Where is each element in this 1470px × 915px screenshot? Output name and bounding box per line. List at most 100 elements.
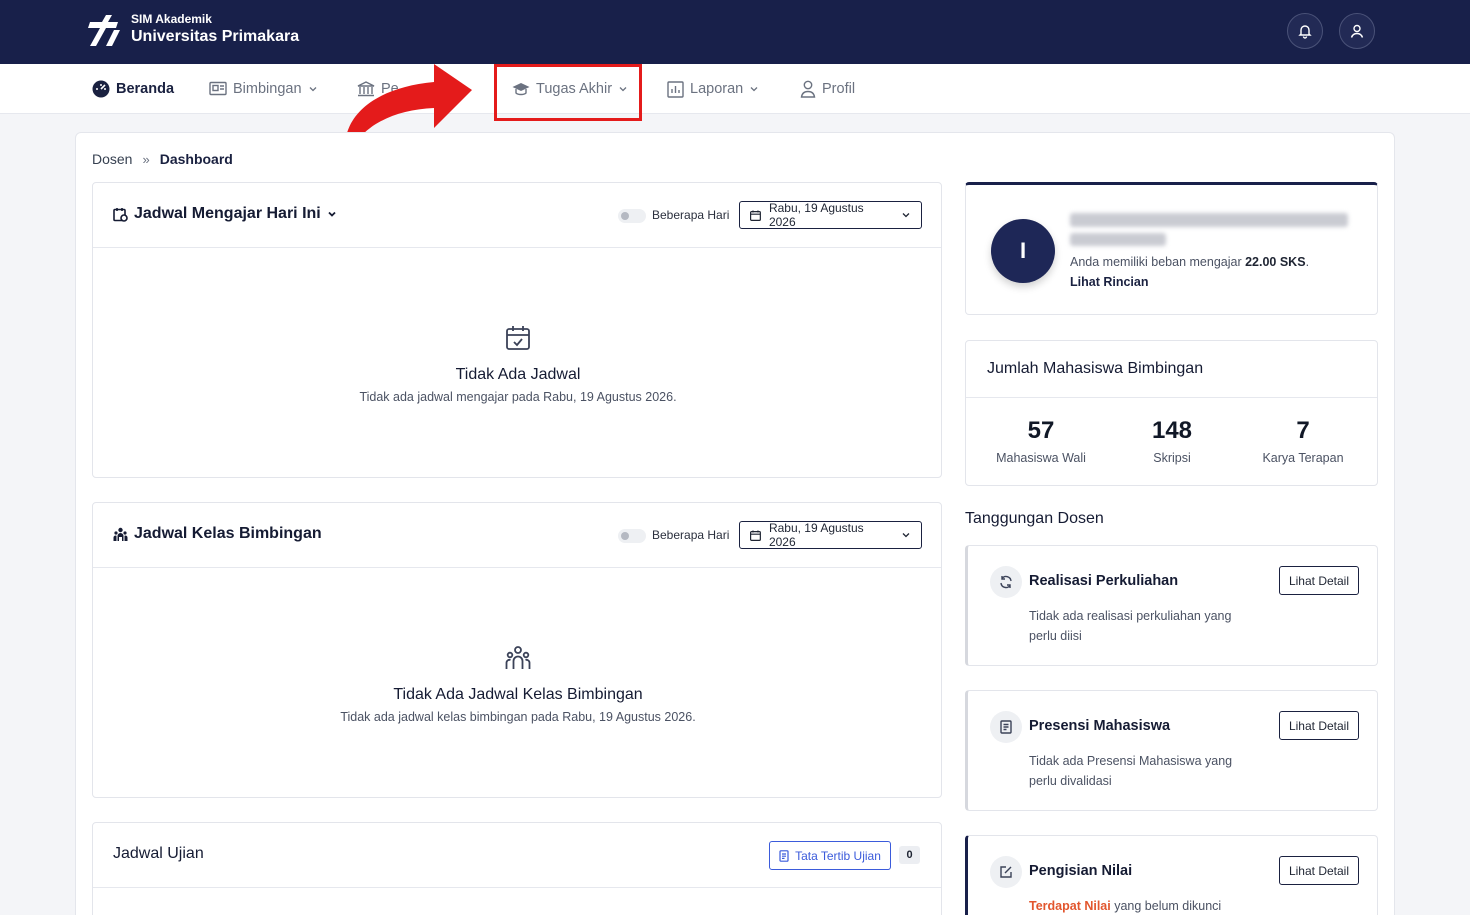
desc-rest: yang belum dikunci [1110,899,1222,913]
top-bar: SIM Akademik Universitas Primakara [0,0,1470,64]
view-detail-button[interactable]: Lihat Detail [1279,856,1359,885]
task-title: Presensi Mahasiswa [1029,718,1171,734]
task-title: Realisasi Perkuliahan [1029,573,1179,589]
exam-count-badge: 0 [899,846,920,864]
nav-item-beranda[interactable]: Beranda [92,64,174,114]
breadcrumb: Dosen » Dashboard [92,151,233,167]
empty-state: Tidak Ada Jadwal Tidak ada jadwal mengaj… [93,325,943,404]
date-picker-button[interactable]: Rabu, 19 Agustus 2026 [739,201,922,229]
empty-description: Tidak ada jadwal kelas bimbingan pada Ra… [340,710,696,724]
empty-title: Tidak Ada Jadwal Kelas Bimbingan [393,686,643,703]
board-icon [209,81,227,96]
view-details-link[interactable]: Lihat Rincian [1070,275,1148,289]
duty-card-presensi: Presensi Mahasiswa Lihat Detail Tidak ad… [965,690,1378,811]
stat-skripsi: 148 Skripsi [1107,417,1237,465]
calendar-icon [750,530,761,541]
multi-day-toggle[interactable] [618,529,646,543]
stat-label: Mahasiswa Wali [996,451,1086,465]
task-icon-wrap [990,566,1022,598]
task-title: Pengisian Nilai [1029,863,1133,879]
breadcrumb-root[interactable]: Dosen [92,151,132,167]
stat-label: Karya Terapan [1262,451,1344,465]
refresh-icon [1000,575,1012,589]
duty-card-nilai: Pengisian Nilai Lihat Detail Terdapat Ni… [965,835,1378,915]
panel-header: Jadwal Kelas Bimbingan Beberapa Hari Rab… [93,503,941,568]
university-name: Universitas Primakara [131,28,300,45]
empty-title: Tidak Ada Jadwal [455,366,581,383]
report-icon [667,80,684,98]
nav-label: Laporan [690,81,744,97]
highlight-box [494,64,642,121]
view-detail-button[interactable]: Lihat Detail [1279,566,1359,595]
chevron-down-icon [750,87,758,92]
edit-icon [1000,866,1012,878]
chevron-down-icon [328,211,336,217]
bell-icon [1298,25,1312,39]
university-logo[interactable] [86,12,124,50]
duty-card-realisasi: Realisasi Perkuliahan Lihat Detail Tidak… [965,545,1378,666]
dashboard-icon [92,80,110,98]
chevron-down-icon [309,87,316,92]
guidance-schedule-panel: Jadwal Kelas Bimbingan Beberapa Hari Rab… [92,502,942,798]
date-value: Rabu, 19 Agustus 2026 [768,521,864,549]
card-title: Jumlah Mahasiswa Bimbingan [966,341,1377,398]
stat-label: Skripsi [1153,451,1191,465]
task-description: Terdapat Nilai yang belum dikunci [1029,896,1259,915]
exam-rules-button[interactable]: Tata Tertib Ujian [769,841,891,870]
main-nav: Beranda Bimbingan Pe Tugas Akhir Laporan… [0,64,1470,114]
teaching-load-text: Anda memiliki beban mengajar 22.00 SKS. [1070,255,1309,269]
view-detail-button[interactable]: Lihat Detail [1279,711,1359,740]
load-suffix: . [1305,255,1310,269]
button-label: Tata Tertib Ujian [795,848,881,863]
empty-state: Tidak Ada Jadwal Kelas Bimbingan Tidak a… [93,645,943,724]
chevron-down-icon [902,533,910,538]
chevron-down-icon [902,213,910,218]
nav-label: Bimbingan [233,81,302,97]
panel-title: Jadwal Kelas Bimbingan [113,525,322,543]
calendar-check-icon [506,326,530,350]
nav-label: Profil [822,81,856,97]
section-title: Tanggungan Dosen [965,510,1104,527]
calendar-icon [750,210,761,221]
panel-title-text: Jadwal Mengajar Hari Ini [134,205,321,222]
toggle-label: Beberapa Hari [652,208,730,222]
nav-item-bimbingan[interactable]: Bimbingan [209,64,318,114]
stat-karya-terapan: 7 Karya Terapan [1238,417,1368,465]
load-prefix: Anda memiliki beban mengajar [1070,255,1246,269]
stat-value: 57 [1027,417,1055,444]
calendar-clock-icon [113,207,128,222]
teaching-schedule-panel: Jadwal Mengajar Hari Ini Beberapa Hari R… [92,182,942,478]
task-icon-wrap [990,711,1022,743]
avatar: I [991,219,1055,283]
lecturer-profile-card: I Anda memiliki beban mengajar 22.00 SKS… [965,182,1378,315]
toggle-label: Beberapa Hari [652,528,730,542]
nav-label: Beranda [116,81,175,97]
load-value: 22.00 SKS [1245,255,1306,269]
empty-description: Tidak ada jadwal mengajar pada Rabu, 19 … [359,390,677,404]
app-name: SIM Akademik [131,12,212,26]
date-value: Rabu, 19 Agustus 2026 [768,201,864,229]
student-stats-card: Jumlah Mahasiswa Bimbingan 57 Mahasiswa … [965,340,1378,486]
account-button[interactable] [1339,13,1375,49]
redacted-title [1070,233,1166,246]
nav-item-profil[interactable]: Profil [800,64,855,114]
nav-item-laporan[interactable]: Laporan [667,64,759,114]
panel-title[interactable]: Jadwal Mengajar Hari Ini [113,205,337,223]
panel-title: Jadwal Ujian [113,845,204,862]
notification-button[interactable] [1287,13,1323,49]
task-description: Tidak ada realisasi perkuliahan yang per… [1029,609,1232,643]
stat-value: 148 [1151,417,1193,444]
breadcrumb-current: Dashboard [159,151,233,167]
multi-day-toggle[interactable] [618,209,646,223]
breadcrumb-separator: » [142,151,150,167]
redacted-name [1070,213,1348,227]
highlight-text[interactable]: Terdapat Nilai [1029,899,1111,913]
date-picker-button[interactable]: Rabu, 19 Agustus 2026 [739,521,922,549]
task-description: Tidak ada Presensi Mahasiswa yang perlu … [1029,754,1233,788]
user-icon [800,80,816,98]
panel-header: Jadwal Mengajar Hari Ini Beberapa Hari R… [93,183,941,248]
document-icon [999,720,1012,734]
group-icon [505,646,531,669]
panel-title-text: Jadwal Kelas Bimbingan [134,525,322,542]
stat-mahasiswa-wali: 57 Mahasiswa Wali [976,417,1106,465]
